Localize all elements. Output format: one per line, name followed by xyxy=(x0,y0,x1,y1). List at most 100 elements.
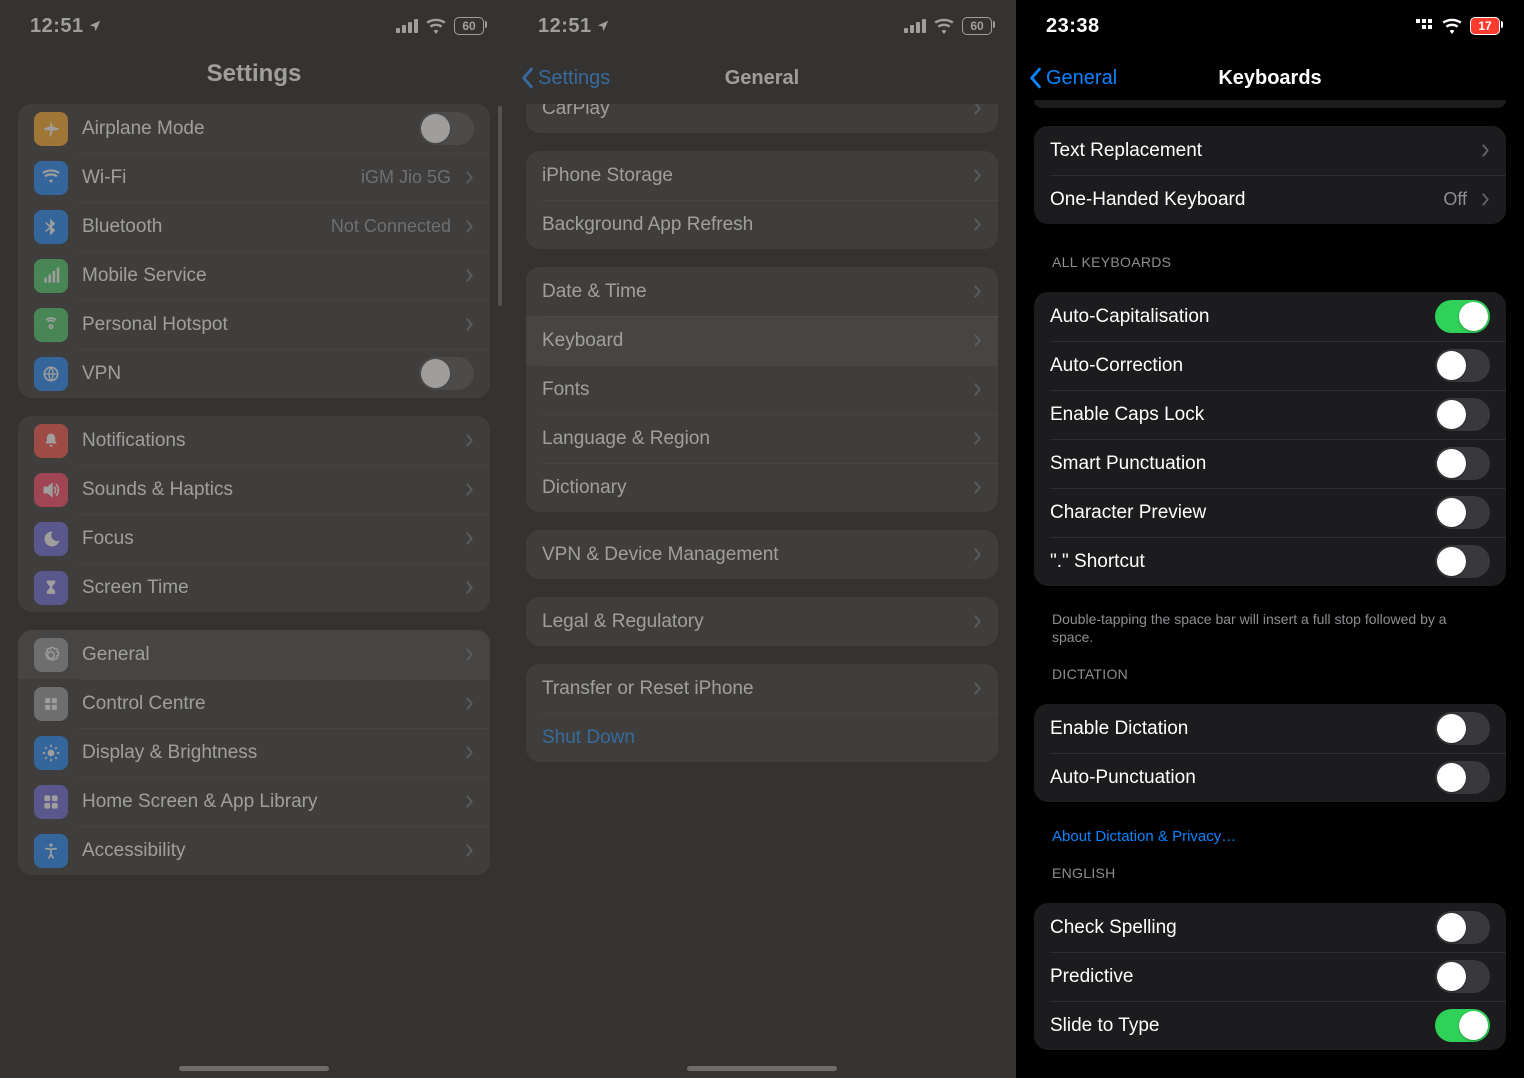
row-label: Personal Hotspot xyxy=(82,314,459,336)
settings-row[interactable]: Transfer or Reset iPhone xyxy=(526,664,998,713)
row-label: Language & Region xyxy=(542,428,967,450)
row-label: Accessibility xyxy=(82,840,459,862)
settings-group: NotificationsSounds & Haptics Focus Screen… xyxy=(18,416,490,612)
cellular-icon xyxy=(34,259,68,293)
settings-row[interactable]: Auto-Capitalisation xyxy=(1034,292,1506,341)
control-icon xyxy=(34,687,68,721)
settings-row[interactable]: "." Shortcut xyxy=(1034,537,1506,586)
section-header: ENGLISH xyxy=(1034,853,1506,885)
settings-row[interactable]: Background App Refresh xyxy=(526,200,998,249)
settings-row[interactable]: One-Handed KeyboardOff xyxy=(1034,175,1506,224)
cellular-signal-icon xyxy=(904,19,926,33)
page-title: General xyxy=(725,67,799,90)
settings-row[interactable]: Screen Time xyxy=(18,563,490,612)
settings-row[interactable]: Notifications xyxy=(18,416,490,465)
settings-row[interactable]: Smart Punctuation xyxy=(1034,439,1506,488)
toggle-switch[interactable] xyxy=(1435,300,1490,333)
settings-row[interactable]: Legal & Regulatory xyxy=(526,597,998,646)
back-button[interactable]: Settings xyxy=(520,67,610,90)
settings-row[interactable]: Language & Region xyxy=(526,414,998,463)
toggle-switch[interactable] xyxy=(419,357,474,390)
wifi-icon xyxy=(34,161,68,195)
row-label: Shut Down xyxy=(542,727,982,749)
nav-header: Settings General xyxy=(508,52,1016,104)
settings-row[interactable]: CarPlay xyxy=(526,104,998,133)
toggle-switch[interactable] xyxy=(1435,911,1490,944)
back-label: General xyxy=(1046,67,1117,90)
settings-row[interactable]: Wi-FiiGM Jio 5G xyxy=(18,153,490,202)
grid-icon xyxy=(1416,19,1434,33)
row-label: Airplane Mode xyxy=(82,118,419,140)
wifi-status-icon xyxy=(934,18,954,34)
toggle-switch[interactable] xyxy=(1435,1009,1490,1042)
settings-row[interactable]: Sounds & Haptics xyxy=(18,465,490,514)
row-label: Bluetooth xyxy=(82,216,331,238)
settings-row[interactable]: Mobile Service xyxy=(18,251,490,300)
back-label: Settings xyxy=(538,67,610,90)
settings-row[interactable]: Character Preview xyxy=(1034,488,1506,537)
settings-row[interactable]: Shut Down xyxy=(526,713,998,762)
group-peek xyxy=(1034,100,1506,108)
toggle-switch[interactable] xyxy=(1435,447,1490,480)
settings-row[interactable]: Predictive xyxy=(1034,952,1506,1001)
row-label: Date & Time xyxy=(542,281,967,303)
toggle-switch[interactable] xyxy=(1435,496,1490,529)
row-label: CarPlay xyxy=(542,104,967,120)
settings-row[interactable]: Check Spelling xyxy=(1034,903,1506,952)
row-label: General xyxy=(82,644,459,666)
settings-group: Text ReplacementOne-Handed KeyboardOff xyxy=(1034,126,1506,224)
toggle-switch[interactable] xyxy=(1435,712,1490,745)
row-label: Focus xyxy=(82,528,459,550)
toggle-switch[interactable] xyxy=(1435,398,1490,431)
settings-row[interactable]: BluetoothNot Connected xyxy=(18,202,490,251)
settings-row[interactable]: General xyxy=(18,630,490,679)
settings-row[interactable]: Control Centre xyxy=(18,679,490,728)
settings-row[interactable]: VPN xyxy=(18,349,490,398)
row-label: Character Preview xyxy=(1050,502,1435,524)
home-icon xyxy=(34,785,68,819)
row-label: iPhone Storage xyxy=(542,165,967,187)
settings-row[interactable]: Home Screen & App Library xyxy=(18,777,490,826)
settings-row[interactable]: Focus xyxy=(18,514,490,563)
settings-row[interactable]: Enable Caps Lock xyxy=(1034,390,1506,439)
toggle-switch[interactable] xyxy=(1435,761,1490,794)
toggle-switch[interactable] xyxy=(1435,349,1490,382)
toggle-switch[interactable] xyxy=(419,112,474,145)
home-indicator[interactable] xyxy=(179,1066,329,1071)
row-label: Keyboard xyxy=(542,330,967,352)
back-button[interactable]: General xyxy=(1028,67,1117,90)
content-scroll[interactable]: Text ReplacementOne-Handed KeyboardOffAL… xyxy=(1016,100,1524,1078)
section-link[interactable]: About Dictation & Privacy… xyxy=(1034,820,1506,847)
section-footer: Double-tapping the space bar will insert… xyxy=(1034,604,1506,648)
settings-row[interactable]: Slide to Type xyxy=(1034,1001,1506,1050)
settings-row[interactable]: Display & Brightness xyxy=(18,728,490,777)
settings-group: iPhone Storage Background App Refresh xyxy=(526,151,998,249)
settings-row[interactable]: Accessibility xyxy=(18,826,490,875)
home-indicator[interactable] xyxy=(687,1066,837,1071)
settings-row[interactable]: VPN & Device Management xyxy=(526,530,998,579)
settings-row[interactable]: Personal Hotspot xyxy=(18,300,490,349)
settings-row[interactable]: Auto-Correction xyxy=(1034,341,1506,390)
toggle-switch[interactable] xyxy=(1435,960,1490,993)
status-time: 12:51 xyxy=(538,15,592,38)
settings-row[interactable]: Date & Time xyxy=(526,267,998,316)
content-scroll[interactable]: Airplane ModeWi-FiiGM Jio 5GBluetoothNot… xyxy=(0,98,508,1078)
settings-row[interactable]: Auto-Punctuation xyxy=(1034,753,1506,802)
moon-icon xyxy=(34,522,68,556)
settings-row[interactable]: Text Replacement xyxy=(1034,126,1506,175)
settings-row[interactable]: Enable Dictation xyxy=(1034,704,1506,753)
row-label: VPN xyxy=(82,363,419,385)
settings-row[interactable]: Dictionary xyxy=(526,463,998,512)
settings-row[interactable]: Airplane Mode xyxy=(18,104,490,153)
settings-group: Airplane Mode Wi-FiiGM Jio 5GBluetoothNot… xyxy=(18,104,490,398)
settings-row[interactable]: Keyboard xyxy=(526,316,998,365)
row-label: Mobile Service xyxy=(82,265,459,287)
settings-group: General Control CentreDisplay & Brightnes… xyxy=(18,630,490,875)
settings-row[interactable]: iPhone Storage xyxy=(526,151,998,200)
content-scroll[interactable]: CarPlay iPhone Storage Background App Refr… xyxy=(508,104,1016,1078)
gear-icon xyxy=(34,638,68,672)
toggle-switch[interactable] xyxy=(1435,545,1490,578)
hourglass-icon xyxy=(34,571,68,605)
location-icon xyxy=(88,19,102,33)
settings-row[interactable]: Fonts xyxy=(526,365,998,414)
